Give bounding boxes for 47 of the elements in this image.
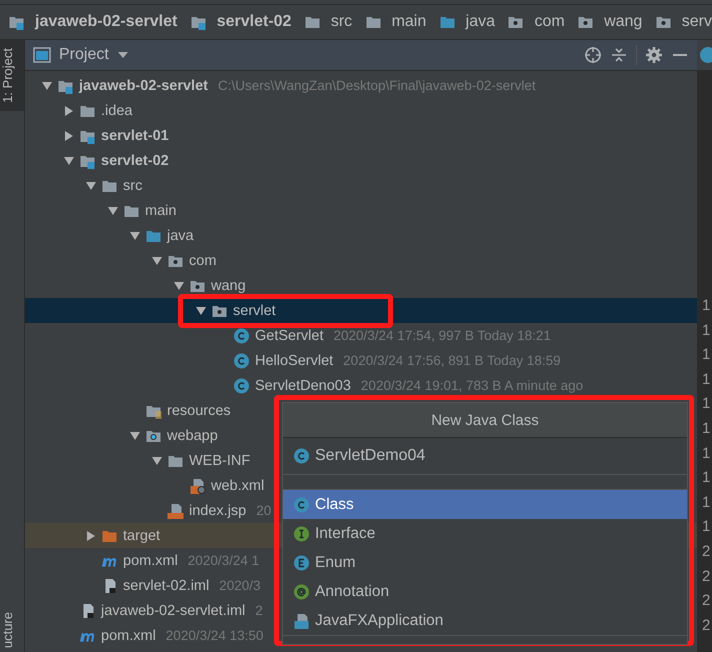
file-details: 2020/3/24 19:01, 783 B A minute ago [360, 378, 584, 393]
file-details: 2020/3 [219, 578, 261, 593]
file-details: 2020/3/24 13:50 [166, 628, 264, 643]
file-details: 2020/3/24 17:56, 891 B Today 18:59 [343, 353, 561, 368]
file-name: wang [211, 278, 246, 294]
line-number: 2 [702, 542, 712, 562]
file-name: javaweb-02-servlet [79, 78, 208, 94]
file-name: servlet-01 [101, 128, 169, 144]
file-name: com [189, 252, 216, 268]
line-number: 1 [702, 418, 712, 439]
file-name: main [145, 202, 176, 218]
dialog-title: New Java Class [283, 403, 687, 438]
line-number: 1 [702, 345, 712, 366]
line-number: 1 [702, 370, 712, 390]
line-number: 2 [702, 566, 712, 587]
line-number: 1 [702, 517, 712, 538]
line-number: 1 [702, 296, 712, 316]
file-name: ServletDeno03 [255, 378, 351, 394]
file-name: GetServlet [255, 328, 324, 344]
line-number: 1 [702, 468, 712, 488]
file-name: web.xml [211, 478, 264, 494]
line-number: 1 [702, 320, 712, 341]
file-name: servlet [233, 302, 276, 318]
file-name: webapp [167, 428, 218, 444]
file-details: 2020/3/24 17:54, 997 B Today 18:21 [334, 328, 551, 343]
line-number: 1 [702, 492, 712, 513]
file-name: .idea [101, 102, 132, 118]
line-number: 2 [702, 591, 712, 612]
file-name: resources [167, 402, 231, 418]
file-name: src [123, 178, 142, 194]
file-name: HelloServlet [255, 352, 334, 368]
file-name: servlet-02 [101, 152, 169, 168]
file-details: 2020/3/24 1 [188, 553, 260, 568]
line-number: 2 [702, 616, 712, 636]
file-name: javaweb-02-servlet.iml [101, 602, 246, 618]
file-details: C:\Users\WangZan\Desktop\Final\javaweb-02-servlet [218, 78, 536, 93]
file-name: servlet-02.iml [123, 578, 210, 594]
file-details: 2 [255, 603, 263, 618]
file-name: target [123, 528, 160, 544]
file-name: pom.xml [123, 552, 178, 568]
line-number: 1 [702, 444, 712, 464]
file-name: java [167, 228, 194, 244]
line-number: 1 [702, 394, 712, 414]
file-details: 20 [256, 503, 272, 518]
file-name: pom.xml [101, 628, 156, 644]
file-name: WEB-INF [189, 452, 250, 468]
file-name: index.jsp [189, 502, 246, 518]
